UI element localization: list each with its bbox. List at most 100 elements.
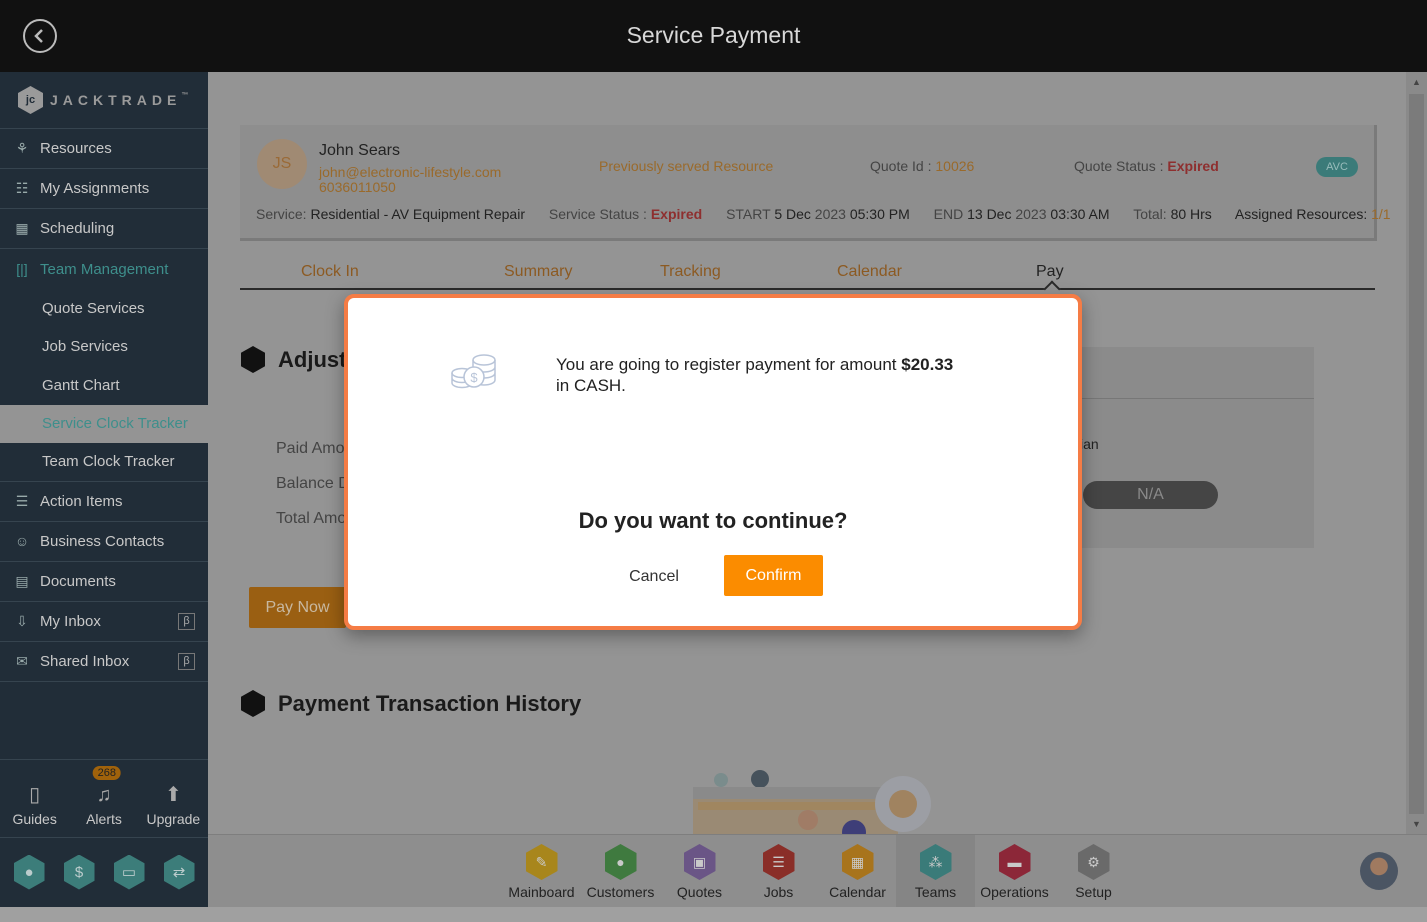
nav-setup[interactable]: ⚙ Setup — [1054, 835, 1133, 907]
calendar-clock-icon: ▦ — [15, 220, 29, 236]
teams-icon: ⁂ — [919, 844, 952, 880]
scrollbar-thumb[interactable] — [1409, 94, 1424, 814]
resources-icon: ⚘ — [15, 140, 29, 156]
book-icon: ▯ — [29, 784, 41, 806]
payment-confirm-dialog: $ You are going to register payment for … — [344, 294, 1082, 630]
money-icon[interactable]: ▭ — [113, 854, 145, 890]
page-title: Service Payment — [626, 22, 801, 48]
payment-method-panel: ian N/A — [1068, 347, 1314, 548]
brand-name: JACKTRADE — [50, 92, 182, 108]
gear-icon: ⚙ — [1077, 844, 1110, 880]
scroll-down-icon[interactable]: ▼ — [1406, 814, 1427, 834]
sidebar-subitem-service-clock-tracker[interactable]: Service Clock Tracker — [0, 404, 208, 443]
inbox-icon: ⇩ — [16, 612, 28, 629]
sidebar-item-documents[interactable]: ▤ Documents — [0, 562, 208, 602]
beta-badge: β — [178, 612, 195, 630]
customer-name: John Sears — [319, 142, 400, 159]
nav-customers[interactable]: ● Customers — [581, 835, 660, 907]
adjust-section-title: Adjust — [241, 346, 346, 373]
bell-icon: ♫ — [96, 784, 112, 806]
resource-note: Previously served Resource — [599, 158, 774, 174]
sidebar-item-resources[interactable]: ⚘ Resources — [0, 129, 208, 169]
jacktrade-logo-icon: jc — [18, 86, 43, 114]
clipboard-icon: ☰ — [15, 492, 29, 509]
customer-phone[interactable]: 6036011050 — [319, 179, 396, 195]
nav-quotes[interactable]: ▣ Quotes — [660, 835, 739, 907]
sidebar-subitem-quote-services[interactable]: Quote Services — [0, 289, 208, 328]
quote-id: Quote Id : 10026 — [870, 158, 975, 174]
payment-message: You are going to register payment for am… — [556, 355, 954, 395]
nav-teams[interactable]: ⁂ Teams — [896, 835, 975, 907]
quote-status: Quote Status : Expired — [1074, 158, 1219, 174]
contact-book-icon: ☺ — [14, 533, 30, 549]
sidebar-item-business-contacts[interactable]: ☺ Business Contacts — [0, 522, 208, 562]
alerts-count-badge: 268 — [92, 766, 121, 780]
nav-jobs[interactable]: ☰ Jobs — [739, 835, 818, 907]
customer-email[interactable]: john@electronic-lifestyle.com — [319, 164, 501, 180]
sidebar-item-scheduling[interactable]: ▦ Scheduling — [0, 209, 208, 249]
top-bar: Service Payment — [0, 0, 1427, 72]
sidebar-item-my-inbox[interactable]: ⇩ My Inbox β — [0, 602, 208, 642]
quotes-icon: ▣ — [683, 844, 716, 880]
nav-mainboard[interactable]: ✎ Mainboard — [502, 835, 581, 907]
user-icon[interactable]: ● — [13, 854, 45, 890]
team-bracket-icon: [|] — [16, 261, 28, 277]
hexagon-bullet-icon — [241, 346, 265, 373]
status-strip — [0, 907, 1427, 922]
user-avatar[interactable] — [1360, 852, 1398, 890]
sidebar: jc JACKTRADE™ ⚘ Resources ☷ My Assignmen… — [0, 72, 208, 907]
service-info-card: JS John Sears john@electronic-lifestyle.… — [240, 125, 1391, 241]
scroll-up-icon[interactable]: ▲ — [1406, 72, 1427, 92]
sidebar-subitem-gantt-chart[interactable]: Gantt Chart — [0, 366, 208, 405]
guides-button[interactable]: ▯ Guides — [0, 760, 69, 837]
payment-amount: $20.33 — [901, 355, 954, 374]
customer-avatar: JS — [257, 139, 307, 189]
mail-icon: ✉ — [16, 652, 28, 669]
pay-now-button[interactable]: Pay Now — [249, 587, 346, 628]
sidebar-item-team-management[interactable]: [|] Team Management — [0, 249, 208, 289]
tab-summary[interactable]: Summary — [504, 263, 572, 281]
confirm-button[interactable]: Confirm — [724, 555, 823, 596]
alerts-button[interactable]: 268 ♫ Alerts — [69, 760, 138, 837]
arrow-up-icon: ⬆ — [164, 784, 182, 806]
dollar-icon[interactable]: $ — [63, 854, 95, 890]
tab-calendar[interactable]: Calendar — [837, 263, 902, 281]
tab-clock-in[interactable]: Clock In — [301, 263, 359, 281]
sidebar-item-my-assignments[interactable]: ☷ My Assignments — [0, 169, 208, 209]
cancel-button[interactable]: Cancel — [620, 558, 688, 596]
empty-state-illustration — [693, 770, 931, 834]
coins-dollar-icon: $ — [451, 354, 496, 389]
sidebar-item-action-items[interactable]: ☰ Action Items — [0, 482, 208, 522]
payment-history-title: Payment Transaction History — [241, 690, 581, 717]
service-name: Residential - AV Equipment Repair — [310, 206, 525, 222]
sidebar-footer: ▯ Guides 268 ♫ Alerts ⬆ Upgrade ● $ ▭ ⇄ — [0, 759, 208, 907]
workflow-icon[interactable]: ⇄ — [163, 854, 195, 890]
sidebar-item-shared-inbox[interactable]: ✉ Shared Inbox β — [0, 642, 208, 682]
bottom-nav: ✎ Mainboard ● Customers ▣ Quotes ☰ Jobs … — [208, 834, 1427, 907]
tab-pay[interactable]: Pay — [1036, 263, 1064, 281]
vertical-scrollbar[interactable]: ▲ ▼ — [1406, 72, 1427, 834]
tab-tracking[interactable]: Tracking — [660, 263, 721, 281]
svg-text:$: $ — [470, 370, 478, 385]
beta-badge: β — [178, 652, 195, 670]
jobs-list-icon: ☰ — [762, 844, 795, 880]
service-details-row: Service: Residential - AV Equipment Repa… — [256, 206, 1391, 222]
balance-due-label: Balance D — [276, 475, 350, 492]
calendar-icon: ▦ — [841, 844, 874, 880]
briefcase-icon: ▬ — [998, 844, 1031, 880]
service-status-badge: Expired — [650, 206, 703, 222]
total-amount-label: Total Amo — [276, 510, 347, 527]
sidebar-subitem-job-services[interactable]: Job Services — [0, 328, 208, 367]
paid-amount-label: Paid Amo — [276, 440, 345, 457]
sidebar-subitem-team-clock-tracker[interactable]: Team Clock Tracker — [0, 443, 208, 482]
nav-operations[interactable]: ▬ Operations — [975, 835, 1054, 907]
mainboard-icon: ✎ — [525, 844, 558, 880]
assignments-icon: ☷ — [15, 180, 29, 196]
na-pill: N/A — [1083, 481, 1218, 509]
nav-calendar[interactable]: ▦ Calendar — [818, 835, 897, 907]
document-icon: ▤ — [15, 572, 29, 589]
brand-logo[interactable]: jc JACKTRADE™ — [0, 72, 208, 129]
upgrade-button[interactable]: ⬆ Upgrade — [139, 760, 208, 837]
confirm-question: Do you want to continue? — [578, 508, 848, 533]
customer-icon: ● — [604, 844, 637, 880]
